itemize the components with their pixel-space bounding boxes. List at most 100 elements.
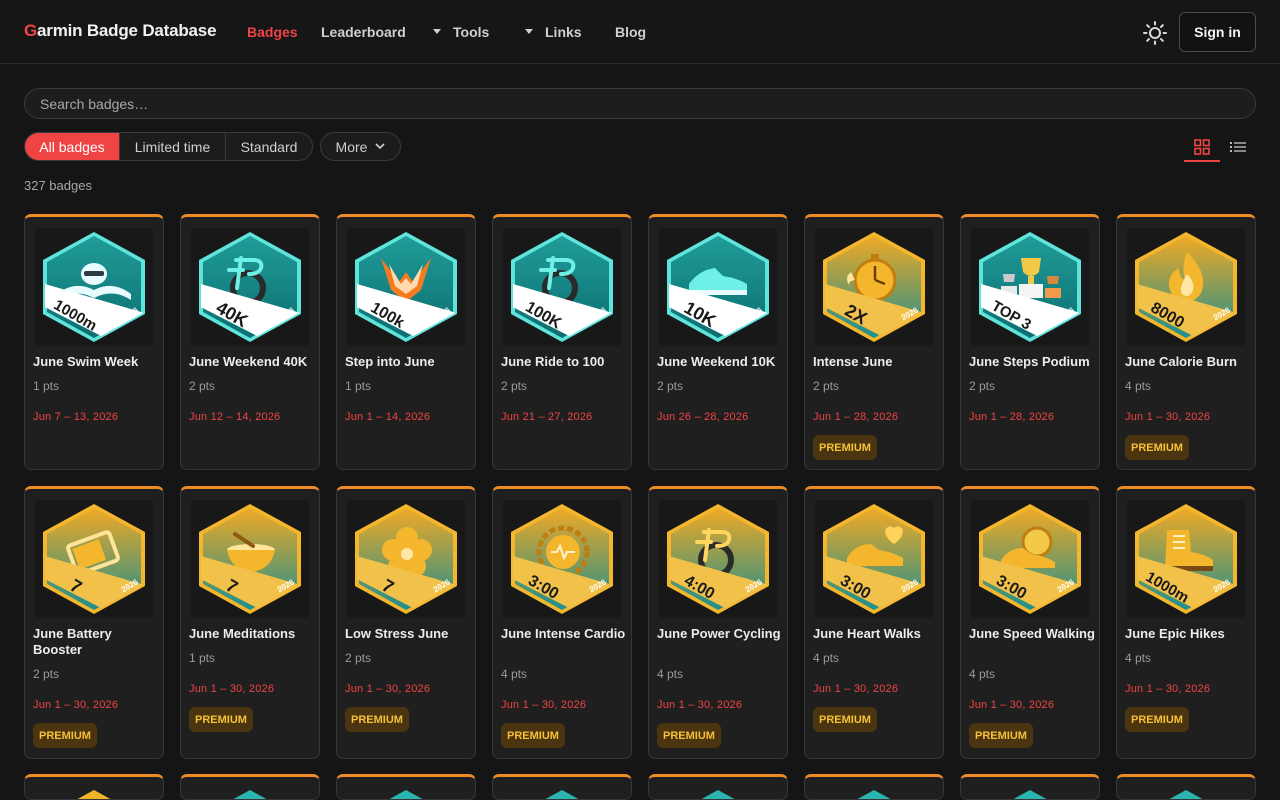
- badge-image: [1013, 790, 1047, 799]
- badge-dates: Jun 1 – 30, 2026: [1125, 411, 1211, 423]
- badge-dates: Jun 1 – 14, 2026: [345, 411, 431, 423]
- badge-dates: Jun 1 – 30, 2026: [501, 699, 587, 711]
- badge-image: 10K 2026: [659, 228, 777, 346]
- badge-name: June Heart Walks: [813, 626, 921, 641]
- list-view-toggle[interactable]: [1222, 133, 1254, 160]
- shoe-icon: 10K 2026: [667, 232, 769, 342]
- badge-card-partial[interactable]: [648, 774, 788, 800]
- nav-tools-label: Tools: [453, 24, 490, 40]
- badge-image: [545, 790, 579, 799]
- caret-down-icon: [525, 28, 533, 34]
- badge-card[interactable]: 7 2026 Low Stress June 2 pts Jun 1 – 30, 2…: [336, 486, 476, 759]
- badge-card[interactable]: 40K 2026 June Weekend 40K 2 pts Jun 12 – 1…: [180, 214, 320, 470]
- badge-card[interactable]: 1000m 2026 June Swim Week 1 pts Jun 7 – 13…: [24, 214, 164, 470]
- badge-dates: Jun 1 – 30, 2026: [657, 699, 743, 711]
- more-filters-button[interactable]: More: [320, 132, 401, 161]
- heart-gear-icon: 3:00 2026: [511, 504, 613, 614]
- badge-card[interactable]: 3:00 2026 June Speed Walking 4 pts Jun 1 –…: [960, 486, 1100, 759]
- stopwatch-icon: 2X 2026: [823, 232, 925, 342]
- badge-type-filter: All badges Limited time Standard: [24, 132, 313, 161]
- premium-badge: PREMIUM: [1125, 707, 1189, 732]
- badge-card[interactable]: 100k 2026 Step into June 1 pts Jun 1 – 14,…: [336, 214, 476, 470]
- nav-badges[interactable]: Badges: [247, 24, 298, 40]
- bike-icon: 40K 2026: [199, 232, 301, 342]
- badge-card[interactable]: 7 2026 June Battery Booster 2 pts Jun 1 – …: [24, 486, 164, 759]
- shoe-heart-icon: 3:00 2026: [823, 504, 925, 614]
- badge-dates: Jun 1 – 30, 2026: [813, 683, 899, 695]
- badge-image: [701, 790, 735, 799]
- badge-points: 4 pts: [1125, 379, 1152, 393]
- nav-leaderboard[interactable]: Leaderboard: [321, 24, 406, 40]
- badge-name: June Weekend 10K: [657, 354, 776, 369]
- badge-name: June Epic Hikes: [1125, 626, 1225, 641]
- filter-limited-time[interactable]: Limited time: [120, 133, 226, 160]
- nav-tools[interactable]: Tools: [433, 24, 489, 40]
- badge-card-partial[interactable]: [24, 774, 164, 800]
- badge-card[interactable]: 10K 2026 June Weekend 10K 2 pts Jun 26 – 2…: [648, 214, 788, 470]
- badge-image: 1000m 2026: [1127, 500, 1245, 618]
- badge-points: 2 pts: [813, 379, 840, 393]
- premium-badge: PREMIUM: [345, 707, 409, 732]
- badge-card-partial[interactable]: [1116, 774, 1256, 800]
- brand-name: armin Badge Database: [37, 21, 217, 40]
- premium-badge: PREMIUM: [189, 707, 253, 732]
- nav-links[interactable]: Links: [525, 24, 582, 40]
- badge-image: [389, 790, 423, 799]
- badge-card[interactable]: 2X 2026 Intense June 2 pts Jun 1 – 28, 202…: [804, 214, 944, 470]
- nav-blog[interactable]: Blog: [615, 24, 646, 40]
- badge-points: 4 pts: [501, 667, 528, 681]
- badge-dates: Jun 7 – 13, 2026: [33, 411, 119, 423]
- badge-points: 4 pts: [657, 667, 684, 681]
- badge-dates: Jun 1 – 30, 2026: [1125, 683, 1211, 695]
- top-nav-bar: Garmin Badge Database Badges Leaderboard…: [0, 0, 1280, 64]
- badge-name: June Battery Booster: [33, 626, 112, 657]
- badge-card[interactable]: 7 2026 June Meditations 1 pts Jun 1 – 30, …: [180, 486, 320, 759]
- premium-badge: PREMIUM: [1125, 435, 1189, 460]
- filter-all-badges[interactable]: All badges: [25, 133, 120, 160]
- badge-card[interactable]: 3:00 2026 June Heart Walks 4 pts Jun 1 – 3…: [804, 486, 944, 759]
- badge-card[interactable]: 100K 2026 June Ride to 100 2 pts Jun 21 – …: [492, 214, 632, 470]
- badge-card[interactable]: TOP 3 2026 June Steps Podium 2 pts Jun 1 –…: [960, 214, 1100, 470]
- hiking-boot-icon: 1000m 2026: [1135, 504, 1237, 614]
- badge-card-partial[interactable]: [804, 774, 944, 800]
- premium-badge: PREMIUM: [657, 723, 721, 748]
- more-filters-label: More: [335, 138, 368, 155]
- filter-standard[interactable]: Standard: [226, 133, 312, 160]
- badge-points: 4 pts: [813, 651, 840, 665]
- badge-card-partial[interactable]: [180, 774, 320, 800]
- badge-card-partial[interactable]: [492, 774, 632, 800]
- badge-name: Step into June: [345, 354, 435, 369]
- sign-in-button[interactable]: Sign in: [1179, 12, 1256, 52]
- badge-image: 3:00 2026: [815, 500, 933, 618]
- grid-view-toggle[interactable]: [1184, 133, 1220, 162]
- premium-badge: PREMIUM: [813, 435, 877, 460]
- search-input[interactable]: [24, 88, 1256, 119]
- badge-name: Low Stress June: [345, 626, 449, 641]
- bike-icon: 100K 2026: [511, 232, 613, 342]
- badge-name: Intense June: [813, 354, 893, 369]
- site-logo[interactable]: Garmin Badge Database: [24, 21, 217, 41]
- badge-dates: Jun 1 – 30, 2026: [969, 699, 1055, 711]
- badge-name: June Weekend 40K: [189, 354, 308, 369]
- badge-image: 8000 2026: [1127, 228, 1245, 346]
- badge-card[interactable]: 1000m 2026 June Epic Hikes 4 pts Jun 1 – 3…: [1116, 486, 1256, 759]
- theme-toggle-button[interactable]: [1142, 20, 1168, 46]
- badge-card-partial[interactable]: [960, 774, 1100, 800]
- badge-name: June Speed Walking: [969, 626, 1095, 641]
- badge-points: 2 pts: [345, 651, 372, 665]
- brand-initial: G: [24, 21, 38, 40]
- badge-card[interactable]: 3:00 2026 June Intense Cardio 4 pts Jun 1 …: [492, 486, 632, 759]
- badge-dates: Jun 21 – 27, 2026: [501, 411, 593, 423]
- badge-points: 4 pts: [969, 667, 996, 681]
- chevron-burst-icon: 100k 2026: [355, 232, 457, 342]
- premium-badge: PREMIUM: [813, 707, 877, 732]
- badge-card-partial[interactable]: [336, 774, 476, 800]
- badge-card[interactable]: 4:00 2026 June Power Cycling 4 pts Jun 1 –…: [648, 486, 788, 759]
- badge-points: 1 pts: [345, 379, 372, 393]
- flower-icon: 7 2026: [355, 504, 457, 614]
- caret-down-icon: [433, 28, 441, 34]
- badge-name: June Steps Podium: [969, 354, 1090, 369]
- badge-card[interactable]: 8000 2026 June Calorie Burn 4 pts Jun 1 – …: [1116, 214, 1256, 470]
- badge-dates: Jun 26 – 28, 2026: [657, 411, 749, 423]
- badge-dates: Jun 1 – 28, 2026: [813, 411, 899, 423]
